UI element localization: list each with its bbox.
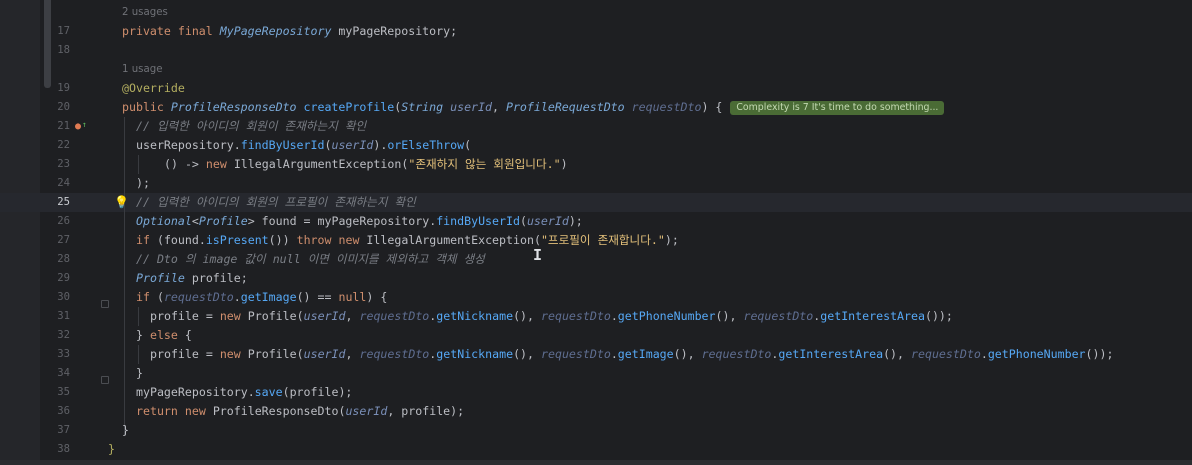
code-line-37: } [122,423,129,437]
code-line-17: private final MyPageRepository myPageRep… [122,24,458,38]
code-editor[interactable]: 17 18 19 20 21 22 23 24 25 26 27 28 29 3… [0,0,1192,465]
complexity-inlay-hint[interactable]: Complexity is 7 It's time to do somethin… [730,101,945,115]
code-line-34: } [136,366,143,380]
code-line-25: // 입력한 아이디의 회원의 프로필이 존재하는지 확인 [136,195,416,209]
code-line-30: if (requestDto.getImage() == null) { [136,290,388,304]
text-cursor-icon: I [533,246,543,264]
code-line-28: // Dto 의 image 값이 null 이면 이미지를 제외하고 객체 생… [136,252,485,266]
code-line-33: profile = new Profile(userId, requestDto… [150,347,1114,361]
code-line-31: profile = new Profile(userId, requestDto… [150,309,953,323]
usages-hint[interactable]: 1 usage [122,60,162,79]
code-line-24: ); [136,176,150,190]
code-line-32: } else { [136,328,192,342]
code-line-19: @Override [122,81,185,95]
code-line-29: Profile profile; [136,271,248,285]
bottom-edge [0,460,1192,465]
code-line-36: return new ProfileResponseDto(userId, pr… [136,404,465,418]
code-line-23: () -> new IllegalArgumentException("존재하지… [164,157,568,171]
usages-hint[interactable]: 2 usages [122,3,168,22]
code-line-21: // 입력한 아이디의 회원이 존재하는지 확인 [136,119,367,133]
code-line-20: public ProfileResponseDto createProfile(… [122,98,945,117]
code-line-38: } [108,442,115,456]
code-line-27: if (found.isPresent()) throw new Illegal… [136,233,679,247]
code-area[interactable]: 2 usages private final MyPageRepository … [0,0,1192,465]
code-line-26: Optional<Profile> found = myPageReposito… [136,214,583,228]
code-line-22: userRepository.findByUserId(userId).orEl… [136,138,472,152]
code-line-35: myPageRepository.save(profile); [136,385,353,399]
